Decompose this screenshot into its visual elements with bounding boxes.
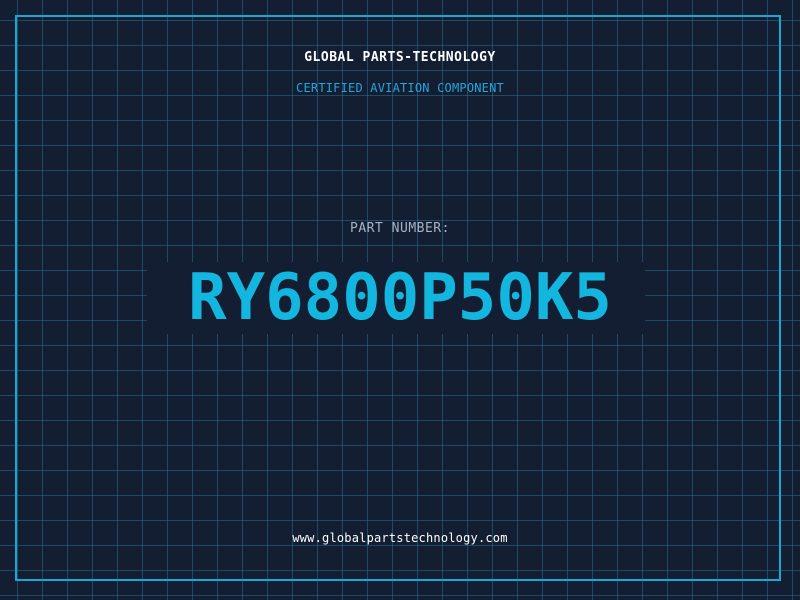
brand-tagline: CERTIFIED AVIATION COMPONENT [296, 81, 504, 95]
website-link[interactable]: www.globalpartstechnology.com [0, 531, 800, 545]
part-number-label: PART NUMBER: [350, 221, 450, 236]
part-number-value: RY6800P50K5 [188, 261, 612, 335]
brand-name: GLOBAL PARTS-TECHNOLOGY [304, 50, 496, 65]
